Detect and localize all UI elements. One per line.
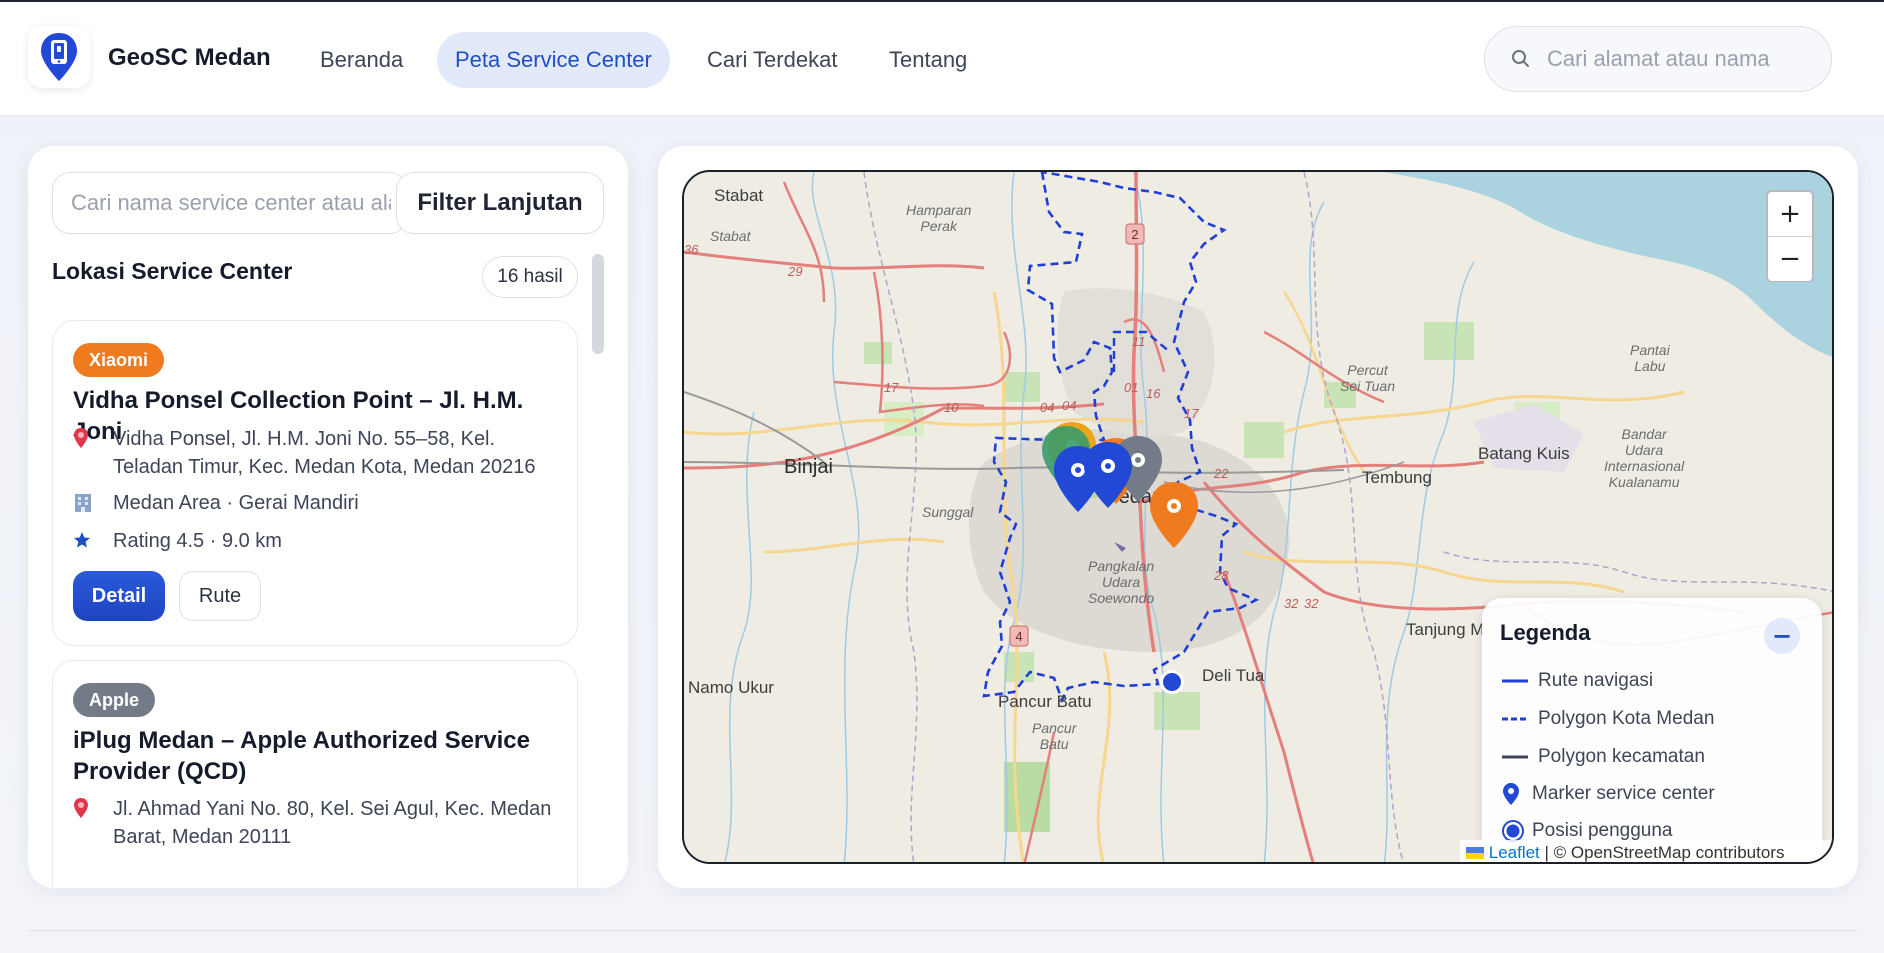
svg-text:04: 04 xyxy=(1040,400,1054,415)
map-label-pancur-batu: Pancur Batu xyxy=(998,692,1092,711)
map-label-hamparan-perak: Hamparan Perak xyxy=(906,202,972,234)
rating-row: Rating 4.5 · 9.0 km xyxy=(73,527,563,557)
map-label-sunggal: Sunggal xyxy=(922,504,974,520)
nav-tentang[interactable]: Tentang xyxy=(871,32,985,88)
svg-text:17: 17 xyxy=(1184,406,1199,421)
service-center-card[interactable]: Xiaomi Vidha Ponsel Collection Point – J… xyxy=(52,320,578,646)
service-center-card[interactable]: Apple iPlug Medan – Apple Authorized Ser… xyxy=(52,660,578,888)
address-text: Jl. Ahmad Yani No. 80, Kel. Sei Agul, Ke… xyxy=(113,798,552,848)
area-text: Medan Area · Gerai Mandiri xyxy=(113,492,359,514)
leaflet-link[interactable]: Leaflet xyxy=(1489,843,1540,862)
sidebar-search-box[interactable] xyxy=(52,172,408,234)
svg-text:2: 2 xyxy=(1131,227,1138,242)
legend-label: Polygon Kota Medan xyxy=(1538,708,1715,729)
page-divider xyxy=(28,930,1858,931)
address-row: Vidha Ponsel, Jl. H.M. Joni No. 55–58, K… xyxy=(73,425,563,481)
user-dot-icon xyxy=(1502,820,1532,842)
dashed-line-icon xyxy=(1502,717,1538,721)
legend-label: Polygon kecamatan xyxy=(1538,746,1705,767)
map-label-stabat: Stabat xyxy=(714,186,764,205)
zoom-in-button[interactable]: + xyxy=(1768,192,1812,236)
brand-tag-xiaomi: Xiaomi xyxy=(73,343,165,377)
svg-text:04: 04 xyxy=(1062,398,1076,413)
map-label-pancur-batu-small: Pancur Batu xyxy=(1032,720,1077,752)
list-scrollbar[interactable] xyxy=(592,254,604,354)
map-label-binjai: Binjai xyxy=(784,456,833,478)
route-button[interactable]: Rute xyxy=(179,571,261,621)
leaflet-map[interactable]: 2 4 36 29 17 10 04 04 01 16 17 11 22 28 … xyxy=(682,170,1834,864)
legend-title: Legenda xyxy=(1500,620,1591,645)
location-pin-icon xyxy=(73,795,113,827)
svg-text:22: 22 xyxy=(1213,466,1229,481)
nav-peta-service-center[interactable]: Peta Service Center xyxy=(437,32,670,88)
card-title: iPlug Medan – Apple Authorized Service P… xyxy=(73,727,530,785)
address-row: Jl. Ahmad Yani No. 80, Kel. Sei Agul, Ke… xyxy=(73,795,563,851)
svg-text:01: 01 xyxy=(1124,380,1138,395)
ukraine-flag-icon xyxy=(1466,847,1484,859)
gray-line-icon xyxy=(1502,755,1538,759)
map-label-batang-kuis: Batang Kuis xyxy=(1478,444,1570,463)
top-navbar: GeoSC Medan Beranda Peta Service Center … xyxy=(0,0,1884,116)
svg-text:4: 4 xyxy=(1015,629,1022,644)
marker-pin-icon xyxy=(1502,782,1532,806)
zoom-control: + − xyxy=(1766,190,1814,282)
building-icon xyxy=(73,489,113,521)
location-pin-icon xyxy=(73,425,113,457)
star-icon xyxy=(73,527,113,557)
osm-attribution-text: | © OpenStreetMap contributors xyxy=(1544,843,1785,862)
rating-text: Rating 4.5 · 9.0 km xyxy=(113,530,282,552)
map-legend: Legenda − Rute navigasi Polygon Kota Med… xyxy=(1482,598,1822,862)
address-text: Vidha Ponsel, Jl. H.M. Joni No. 55–58, K… xyxy=(113,428,536,478)
brand-name: GeoSC Medan xyxy=(108,44,271,71)
result-count-badge: 16 hasil xyxy=(482,256,578,298)
legend-label: Marker service center xyxy=(1532,783,1715,804)
svg-text:16: 16 xyxy=(1146,386,1161,401)
map-label-stabat-small: Stabat xyxy=(710,228,751,244)
map-label-percut-sei-tuan: Percut Sei Tuan xyxy=(1340,362,1395,394)
svg-text:36: 36 xyxy=(684,242,699,257)
svg-text:11: 11 xyxy=(1132,334,1146,349)
svg-text:29: 29 xyxy=(787,264,802,279)
map-panel: 2 4 36 29 17 10 04 04 01 16 17 11 22 28 … xyxy=(658,146,1858,888)
sidebar-search-input[interactable] xyxy=(71,190,391,216)
service-center-sidebar: Filter Lanjutan Lokasi Service Center 16… xyxy=(28,146,628,888)
map-label-pantai-labu: Pantai Labu xyxy=(1630,342,1670,374)
nav-beranda[interactable]: Beranda xyxy=(302,32,421,88)
legend-item-marker: Marker service center xyxy=(1502,782,1715,806)
svg-text:10: 10 xyxy=(944,400,959,415)
legend-item-user-position: Posisi pengguna xyxy=(1502,820,1673,842)
list-title: Lokasi Service Center xyxy=(52,258,293,284)
advanced-filter-button[interactable]: Filter Lanjutan xyxy=(396,172,604,234)
legend-item-polygon-kota: Polygon Kota Medan xyxy=(1502,708,1714,730)
nav-cari-terdekat[interactable]: Cari Terdekat xyxy=(689,32,855,88)
solid-line-icon xyxy=(1502,679,1538,683)
legend-item-polygon-kecamatan: Polygon kecamatan xyxy=(1502,746,1705,768)
top-search-input[interactable] xyxy=(1547,46,1807,72)
legend-collapse-button[interactable]: − xyxy=(1764,618,1800,654)
top-search-box[interactable] xyxy=(1484,26,1832,92)
search-icon xyxy=(1512,50,1529,67)
phone-pin-logo-icon xyxy=(41,33,77,81)
legend-label: Posisi pengguna xyxy=(1532,820,1673,841)
app-logo[interactable] xyxy=(28,26,90,88)
brand-tag-apple: Apple xyxy=(73,683,156,717)
zoom-out-button[interactable]: − xyxy=(1768,237,1812,281)
user-position-marker[interactable] xyxy=(1160,670,1184,694)
map-attribution: Leaflet | © OpenStreetMap contributors xyxy=(1460,840,1832,862)
svg-text:17: 17 xyxy=(884,380,899,395)
map-label-bandara-kualanamu: Bandar Udara Internasional Kualanamu xyxy=(1604,426,1685,490)
area-row: Medan Area · Gerai Mandiri xyxy=(73,489,563,521)
legend-item-route: Rute navigasi xyxy=(1502,670,1653,692)
legend-label: Rute navigasi xyxy=(1538,670,1654,691)
detail-button[interactable]: Detail xyxy=(73,571,165,621)
map-label-namo-ukur: Namo Ukur xyxy=(688,678,774,697)
